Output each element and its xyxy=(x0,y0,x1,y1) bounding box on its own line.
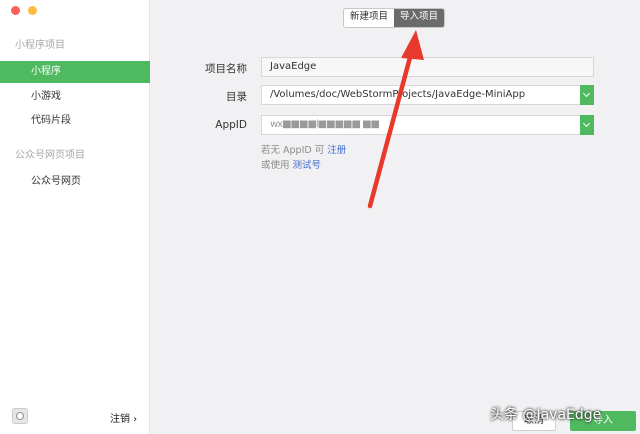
sidebar-item-minigame[interactable]: 小游戏 xyxy=(0,86,150,108)
project-name-label: 项目名称 xyxy=(205,63,247,75)
directory-select[interactable]: /Volumes/doc/WebStormProjects/JavaEdge-M… xyxy=(261,85,594,105)
close-window-button[interactable] xyxy=(11,6,20,15)
sidebar-item-code-snippet[interactable]: 代码片段 xyxy=(0,110,150,132)
sidebar-item-label: 公众号网页 xyxy=(31,176,81,187)
main-panel: 新建项目 导入项目 项目名称 JavaEdge 目录 /Volumes/doc/… xyxy=(150,0,640,434)
project-mode-tabs: 新建项目 导入项目 xyxy=(343,8,446,28)
project-name-input[interactable]: JavaEdge xyxy=(261,57,594,77)
test-account-hint: 或使用 测试号 xyxy=(261,157,321,171)
sidebar-item-label: 小游戏 xyxy=(31,91,61,102)
tab-import-project[interactable]: 导入项目 xyxy=(394,9,445,27)
sidebar-item-label: 代码片段 xyxy=(31,115,71,126)
chevron-down-icon[interactable] xyxy=(580,85,594,105)
section-title-miniprogram: 小程序项目 xyxy=(15,40,65,51)
appid-value: wx■■■■l■■■■■ ■■ xyxy=(270,119,380,130)
appid-label: AppID xyxy=(215,119,247,131)
sidebar-item-miniprogram[interactable]: 小程序 xyxy=(0,61,150,83)
window-controls xyxy=(11,6,37,15)
test-account-link[interactable]: 测试号 xyxy=(293,160,322,171)
tab-new-project[interactable]: 新建项目 xyxy=(344,9,394,27)
sidebar: 小程序项目 小程序 小游戏 代码片段 公众号网页项目 公众号网页 注销 › xyxy=(0,0,150,434)
logout-button[interactable]: 注销 › xyxy=(110,410,137,425)
section-title-official-account: 公众号网页项目 xyxy=(15,150,85,161)
minimize-window-button[interactable] xyxy=(28,6,37,15)
appid-select[interactable]: wx■■■■l■■■■■ ■■ xyxy=(261,115,594,135)
user-icon xyxy=(16,412,24,420)
no-appid-hint-text: 若无 AppID 可 xyxy=(261,145,328,156)
sidebar-item-official-web[interactable]: 公众号网页 xyxy=(0,171,150,193)
chevron-down-icon[interactable] xyxy=(580,115,594,135)
no-appid-hint: 若无 AppID 可 注册 xyxy=(261,142,346,156)
sidebar-item-label: 小程序 xyxy=(31,66,61,77)
test-account-hint-text: 或使用 xyxy=(261,160,293,171)
register-link[interactable]: 注册 xyxy=(327,145,346,156)
directory-label: 目录 xyxy=(226,91,247,103)
avatar[interactable] xyxy=(12,408,28,424)
directory-value: /Volumes/doc/WebStormProjects/JavaEdge-M… xyxy=(270,89,526,100)
watermark: 头条 @JavaEdge xyxy=(490,407,602,423)
